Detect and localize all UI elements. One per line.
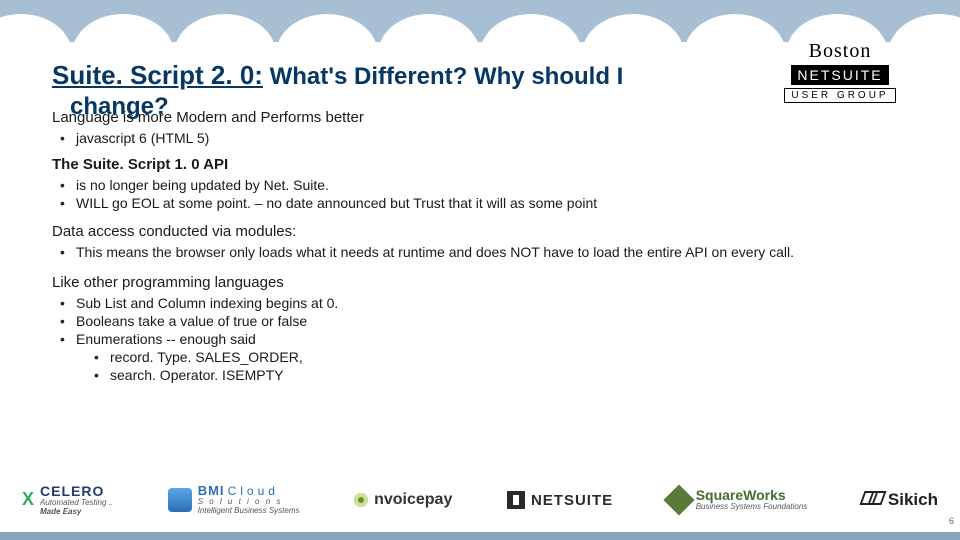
sec4-b3a: record. Type. SALES_ORDER, (92, 349, 908, 365)
slide-content: Suite. Script 2. 0: What's Different? Wh… (52, 60, 908, 460)
sec4-list: Sub List and Column indexing begins at 0… (56, 295, 908, 383)
sec2-b2: WILL go EOL at some point. – no date ann… (56, 195, 908, 211)
sponsor-squareworks: SquareWorks Business Systems Foundations (668, 488, 808, 512)
sec2-head: The Suite. Script 1. 0 API (52, 156, 908, 173)
title-prefix: Suite. Script 2. 0: (52, 60, 263, 90)
sponsor-sikich: Sikich (862, 490, 938, 510)
sikich-icon (862, 491, 882, 509)
sec4-b3-text: Enumerations -- enough said (76, 331, 256, 347)
sikich-name: Sikich (888, 490, 938, 510)
sec4-b2: Booleans take a value of true or false (56, 313, 908, 329)
bmi-name1: BMI (198, 483, 225, 498)
sec2-b1: is no longer being updated by Net. Suite… (56, 177, 908, 193)
bmi-name2: Cloud (228, 484, 279, 498)
sec1-list: javascript 6 (HTML 5) (56, 130, 908, 146)
footer-bar (0, 532, 960, 540)
sec4-b3b: search. Operator. ISEMPTY (92, 367, 908, 383)
sec4-b1: Sub List and Column indexing begins at 0… (56, 295, 908, 311)
page-number: 6 (949, 516, 954, 526)
bmi-icon (168, 488, 192, 512)
nvoicepay-name: nvoicepay (374, 491, 452, 509)
xcelero-icon: X (22, 489, 34, 510)
xcelero-name: CELERO (40, 484, 113, 499)
sponsor-netsuite: NETSUITE (507, 491, 613, 509)
sec4-lead: Like other programming languages (52, 274, 908, 291)
sec3-lead: Data access conducted via modules: (52, 223, 908, 240)
sponsor-footer: X CELERO Automated Testing .. Made Easy … (0, 472, 960, 528)
sec3-b1: This means the browser only loads what i… (56, 244, 908, 260)
sponsor-nvoicepay: nvoicepay (354, 491, 452, 509)
xcelero-tag2: Made Easy (40, 508, 113, 517)
sec2-list: is no longer being updated by Net. Suite… (56, 177, 908, 211)
squareworks-tag: Business Systems Foundations (696, 503, 808, 512)
sec3-list: This means the browser only loads what i… (56, 244, 908, 260)
netsuite-name: NETSUITE (531, 492, 613, 509)
sponsor-xcelero: X CELERO Automated Testing .. Made Easy (22, 484, 113, 517)
netsuite-icon (507, 491, 525, 509)
title-rest: What's Different? Why should I (263, 63, 623, 90)
sec1-b1: javascript 6 (HTML 5) (56, 130, 908, 146)
sponsor-bmi: BMI Cloud S o l u t i o n s Intelligent … (168, 484, 300, 516)
squareworks-name: SquareWorks (696, 488, 808, 503)
bmi-tag: Intelligent Business Systems (198, 507, 300, 516)
slide-title: Suite. Script 2. 0: What's Different? Wh… (52, 60, 908, 91)
squareworks-icon (663, 484, 694, 515)
sec4-b3: Enumerations -- enough said record. Type… (56, 331, 908, 383)
nvoicepay-icon (354, 493, 368, 507)
